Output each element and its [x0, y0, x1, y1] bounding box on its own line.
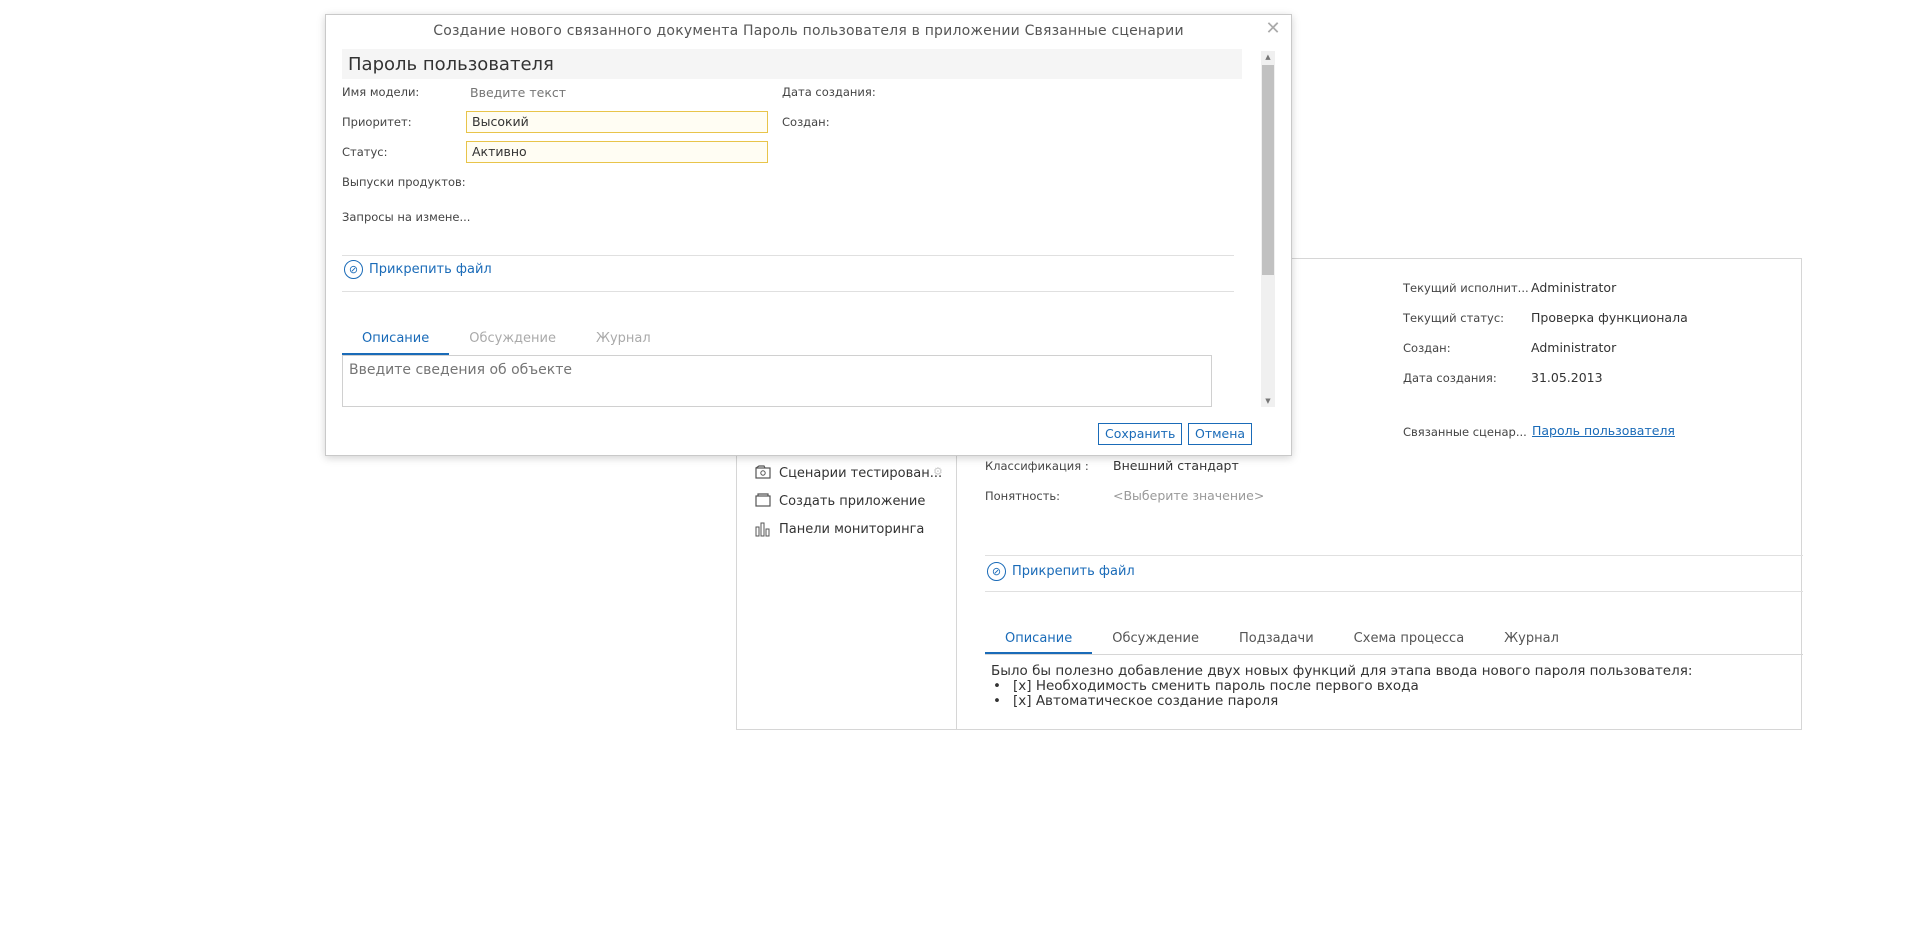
tab-discussion[interactable]: Обсуждение	[1092, 625, 1219, 654]
nav-item-create-app[interactable]: Создать приложение	[755, 489, 925, 513]
scroll-up-icon[interactable]: ▲	[1261, 51, 1275, 63]
tab-journal[interactable]: Журнал	[576, 325, 671, 355]
divider	[985, 555, 1803, 556]
executor-label: Текущий исполнит...	[1403, 281, 1529, 295]
description-content: Было бы полезно добавление двух новых фу…	[991, 663, 1791, 710]
status-value: Проверка функционала	[1531, 310, 1688, 325]
divider	[342, 291, 1234, 292]
document-name: Пароль пользователя	[348, 54, 554, 75]
test-scenarios-icon	[755, 465, 773, 481]
tab-subtasks[interactable]: Подзадачи	[1219, 625, 1334, 654]
status-label: Текущий статус:	[1403, 311, 1505, 325]
cancel-button[interactable]: Отмена	[1188, 423, 1253, 445]
status-label: Статус:	[342, 145, 388, 159]
dashboard-chart-icon	[755, 521, 773, 537]
attach-file-link[interactable]: ⊘ Прикрепить файл	[344, 260, 492, 279]
created-date-label: Дата создания:	[782, 85, 876, 99]
linked-scenarios-label: Связанные сценар...	[1403, 425, 1527, 439]
clarity-select[interactable]: <Выберите значение>	[1113, 488, 1264, 503]
created-date-label: Дата создания:	[1403, 371, 1497, 385]
description-intro: Было бы полезно добавление двух новых фу…	[991, 663, 1693, 679]
dialog-body: Пароль пользователя Имя модели: Приорите…	[342, 49, 1254, 409]
divider	[985, 591, 1803, 592]
created-by-label: Создан:	[1403, 341, 1451, 355]
nav-item-label: Создать приложение	[779, 493, 926, 509]
tab-journal[interactable]: Журнал	[1484, 625, 1579, 654]
description-list: [x] Необходимость сменить пароль после п…	[991, 679, 1791, 710]
divider	[342, 255, 1234, 256]
nav-item-dashboards[interactable]: Панели мониторинга	[755, 517, 924, 541]
nav-item-test-scenarios[interactable]: Сценарии тестирован... ⚙	[755, 461, 943, 485]
product-releases-label: Выпуски продуктов:	[342, 175, 466, 189]
priority-select[interactable]: Высокий	[466, 111, 768, 133]
scroll-down-icon[interactable]: ▼	[1261, 395, 1275, 407]
clarity-label: Понятность:	[985, 489, 1061, 503]
nav-item-label: Панели мониторинга	[779, 521, 925, 537]
linked-scenario-link[interactable]: Пароль пользователя	[1532, 423, 1675, 438]
model-name-input[interactable]	[470, 83, 770, 101]
created-date-value: 31.05.2013	[1531, 370, 1603, 385]
close-icon[interactable]: ✕	[1263, 19, 1283, 39]
background-tabs: Описание Обсуждение Подзадачи Схема проц…	[985, 625, 1803, 655]
change-requests-label: Запросы на измене...	[342, 210, 471, 224]
dialog-tabs: Описание Обсуждение Журнал	[342, 325, 651, 355]
priority-label: Приоритет:	[342, 115, 412, 129]
paperclip-icon: ⊘	[344, 260, 363, 279]
attach-file-label: Прикрепить файл	[1012, 564, 1135, 579]
classification-label: Классификация :	[985, 459, 1089, 473]
dialog-title: Создание нового связанного документа Пар…	[433, 23, 1184, 39]
paperclip-icon: ⊘	[987, 562, 1006, 581]
create-linked-document-dialog: Создание нового связанного документа Пар…	[325, 14, 1292, 456]
document-header: Пароль пользователя	[342, 49, 1242, 79]
scroll-thumb[interactable]	[1262, 65, 1274, 275]
list-item: [x] Автоматическое создание пароля	[991, 694, 1791, 710]
executor-value: Administrator	[1531, 280, 1617, 295]
tab-description[interactable]: Описание	[342, 325, 450, 355]
create-app-icon	[755, 493, 773, 509]
gear-icon[interactable]: ⚙	[933, 465, 943, 478]
description-textarea[interactable]	[342, 355, 1212, 407]
created-by-value: Administrator	[1531, 340, 1617, 355]
attach-file-label: Прикрепить файл	[369, 262, 492, 277]
attach-file-link[interactable]: ⊘ Прикрепить файл	[987, 562, 1135, 581]
created-by-label: Создан:	[782, 115, 830, 129]
tab-description[interactable]: Описание	[985, 625, 1093, 654]
dialog-scrollbar[interactable]: ▲ ▼	[1261, 51, 1275, 407]
model-name-label: Имя модели:	[342, 85, 420, 99]
tab-discussion[interactable]: Обсуждение	[449, 325, 576, 355]
status-select[interactable]: Активно	[466, 141, 768, 163]
save-button[interactable]: Сохранить	[1098, 423, 1183, 445]
classification-value[interactable]: Внешний стандарт	[1113, 458, 1239, 473]
list-item: [x] Необходимость сменить пароль после п…	[991, 679, 1791, 695]
nav-item-label: Сценарии тестирован...	[779, 465, 943, 481]
tab-process-scheme[interactable]: Схема процесса	[1334, 625, 1485, 654]
